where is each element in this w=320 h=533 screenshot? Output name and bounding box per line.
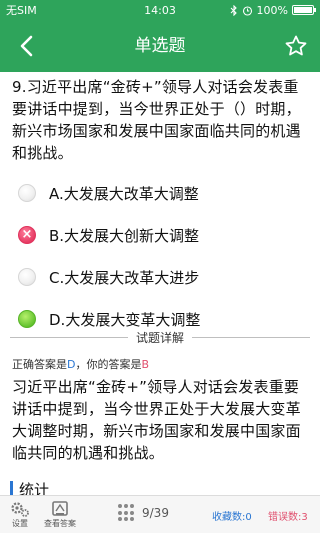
option-c[interactable]: C.大发展大改革大进步 xyxy=(18,256,308,298)
errors-count[interactable]: 错误数:3 xyxy=(268,508,308,523)
view-answer-button[interactable]: 查看答案 xyxy=(44,500,76,529)
grid-icon xyxy=(118,504,136,522)
status-bar: 无SIM 14:03 100% xyxy=(0,0,320,20)
settings-label: 设置 xyxy=(12,519,28,528)
page-title: 单选题 xyxy=(134,36,186,56)
option-label: C.大发展大改革大进步 xyxy=(49,268,200,287)
details-heading: 试题详解 xyxy=(136,330,185,345)
bottom-toolbar: 设置 查看答案 9/39 收藏数:0 错误数:3 xyxy=(0,495,320,533)
settings-button[interactable]: 设置 xyxy=(10,500,30,529)
option-list: A.大发展大改革大调整 × B.大发展大创新大调整 C.大发展大改革大进步 D.… xyxy=(18,172,308,340)
progress-text: 9/39 xyxy=(142,506,169,520)
question-text: 9.习近平出席“金砖+”领导人对话会发表重要讲话中提到，当今世界正处于（）时期，… xyxy=(12,78,301,162)
radio-unselected-icon xyxy=(18,268,36,286)
wrong-mark-icon: × xyxy=(18,226,36,244)
details-divider: 试题详解 xyxy=(10,330,311,345)
view-answer-label: 查看答案 xyxy=(44,519,76,528)
status-time: 14:03 xyxy=(144,3,176,17)
answer-card-icon xyxy=(52,501,68,516)
star-icon xyxy=(285,35,307,56)
favorite-button[interactable] xyxy=(280,30,312,62)
explanation-text: 习近平出席“金砖+”领导人对话会发表重要讲话中提到，当今世界正处于大发展大变革大… xyxy=(12,378,301,462)
title-bar: 单选题 xyxy=(0,20,320,72)
option-a[interactable]: A.大发展大改革大调整 xyxy=(18,172,308,214)
radio-unselected-icon xyxy=(18,184,36,202)
option-label: A.大发展大改革大调整 xyxy=(49,184,199,203)
option-b[interactable]: × B.大发展大创新大调整 xyxy=(18,214,308,256)
your-answer: B xyxy=(141,358,150,371)
option-label: B.大发展大创新大调整 xyxy=(49,226,200,245)
favorites-count[interactable]: 收藏数:0 xyxy=(212,508,252,523)
gear-icon xyxy=(11,502,29,517)
answer-summary: 正确答案是D，你的答案是B xyxy=(12,356,149,372)
your-answer-prefix: ，你的答案是 xyxy=(75,358,142,371)
divider-line xyxy=(192,336,311,338)
battery-icon xyxy=(292,5,316,15)
correct-answer-prefix: 正确答案是 xyxy=(12,358,67,371)
correct-mark-icon xyxy=(18,310,36,328)
option-label: D.大发展大变革大调整 xyxy=(49,310,201,329)
question-progress-button[interactable]: 9/39 xyxy=(118,504,169,522)
divider-line xyxy=(10,336,128,338)
